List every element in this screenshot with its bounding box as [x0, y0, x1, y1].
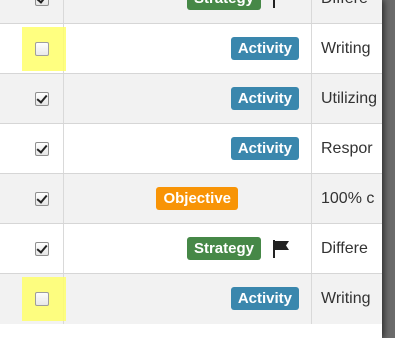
table-row: Activity Writing [0, 24, 382, 74]
table-row: Objective 100% c [0, 174, 382, 224]
checkbox-cell [0, 24, 66, 73]
type-cell: Strategy [64, 0, 312, 23]
description-cell: Respor [312, 124, 382, 173]
activity-label: Activity [230, 287, 299, 310]
description-text: Differe [321, 239, 368, 257]
row-checkbox[interactable] [35, 292, 49, 306]
checkbox-cell [0, 224, 64, 273]
type-cell: Activity [64, 24, 312, 73]
table-row: Strategy Differe [0, 224, 382, 274]
type-cell: Strategy [64, 224, 312, 273]
description-text: Utilizing [321, 89, 378, 107]
description-text: Respor [321, 139, 373, 157]
table-panel: Strategy Differe Activity Writing Activi [0, 0, 382, 338]
description-text: Writing [321, 39, 371, 57]
description-cell: Utilizing [312, 74, 382, 123]
type-cell: Activity [64, 74, 312, 123]
checkbox-cell [0, 174, 64, 223]
row-checkbox[interactable] [35, 241, 49, 256]
checkbox-highlight [22, 26, 66, 71]
checkbox-cell [0, 0, 64, 23]
table-row: Activity Writing [0, 274, 382, 324]
row-checkbox[interactable] [35, 191, 49, 206]
row-checkbox[interactable] [35, 0, 49, 6]
description-cell: Differe [312, 0, 382, 23]
activity-label: Activity [230, 86, 299, 110]
flag-icon [273, 0, 275, 8]
strategy-label: Strategy [186, 236, 261, 260]
table-row: Activity Utilizing [0, 74, 382, 124]
checkbox-cell [0, 74, 64, 123]
flag-icon [273, 239, 289, 258]
description-cell: Writing [312, 24, 382, 73]
description-text: 100% c [321, 189, 375, 207]
type-cell: Objective [64, 174, 312, 223]
row-checkbox[interactable] [35, 141, 49, 156]
checkbox-cell [0, 274, 66, 324]
type-cell: Activity [64, 274, 312, 324]
table-row: Strategy Differe [0, 0, 382, 24]
table-row: Activity Respor [0, 124, 382, 174]
activity-label: Activity [230, 36, 299, 60]
description-text: Writing [321, 290, 371, 307]
strategy-label: Strategy [186, 0, 261, 10]
description-cell: 100% c [312, 174, 382, 223]
row-checkbox[interactable] [35, 91, 49, 106]
objective-label: Objective [156, 186, 238, 210]
description-cell: Writing [312, 274, 382, 324]
row-checkbox[interactable] [35, 41, 49, 56]
description-cell: Differe [312, 224, 382, 273]
activity-label: Activity [230, 136, 299, 160]
description-text: Differe [321, 0, 368, 9]
checkbox-cell [0, 124, 64, 173]
type-cell: Activity [64, 124, 312, 173]
checkbox-highlight [22, 277, 66, 321]
